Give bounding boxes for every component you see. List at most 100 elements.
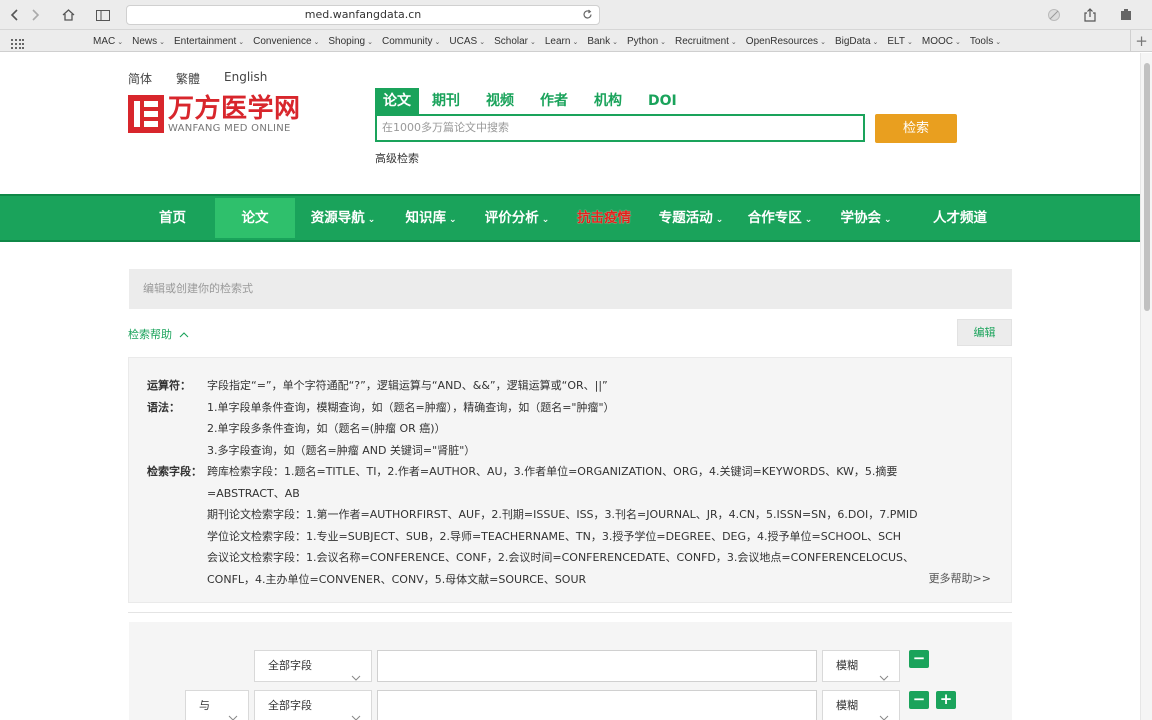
- chevron-down-icon: ⌄: [804, 215, 813, 225]
- tab-journals[interactable]: 期刊: [419, 88, 473, 114]
- fields-label: 检索字段：: [147, 465, 202, 478]
- fields-line: CONFL，4.主办单位=CONVENER、CONV，5.母体文献=SOURCE…: [207, 573, 587, 586]
- nav-item-papers[interactable]: 论文: [215, 198, 295, 238]
- share-icon[interactable]: [1080, 6, 1100, 24]
- search-button[interactable]: 检索: [875, 114, 957, 143]
- web-page: 简体 繁體 English 万方医学网 WANFANG MED ONLINE 论…: [0, 53, 1140, 720]
- add-row-plus-icon[interactable]: +: [936, 691, 956, 709]
- search-term-input[interactable]: [377, 650, 817, 682]
- advanced-search-link[interactable]: 高级检索: [375, 150, 419, 166]
- tab-papers[interactable]: 论文: [375, 88, 419, 114]
- browser-toolbar: med.wanfangdata.cn: [0, 0, 1152, 30]
- search-type-tabs: 论文 期刊 视频 作者 机构 DOI: [375, 88, 690, 114]
- chevron-down-icon: ⌄: [367, 215, 376, 225]
- page-scrollbar[interactable]: [1140, 53, 1152, 720]
- bookmark-item[interactable]: Python ⌄: [627, 36, 666, 47]
- operators-text: 字段指定“=”，单个字符通配“?”，逻辑运算与“AND、&&”，逻辑运算或“OR…: [207, 379, 608, 392]
- field-select[interactable]: 全部字段: [254, 690, 372, 720]
- address-bar[interactable]: med.wanfangdata.cn: [126, 5, 600, 25]
- bookmark-item[interactable]: Shoping ⌄: [328, 36, 373, 47]
- match-select[interactable]: 模糊: [822, 690, 900, 720]
- new-tab-plus-icon[interactable]: +: [1130, 30, 1152, 52]
- chevron-down-icon: [228, 703, 238, 720]
- bookmark-item[interactable]: BigData ⌄: [835, 36, 878, 47]
- syntax-line: 2.单字段多条件查询，如（题名=(肿瘤 OR 癌)）: [207, 422, 446, 435]
- nav-item-cooperation[interactable]: 合作专区 ⌄: [737, 198, 823, 238]
- back-icon[interactable]: [4, 6, 24, 24]
- bookmark-item[interactable]: Entertainment ⌄: [174, 36, 244, 47]
- logo-cn-text: 万方医学网: [168, 94, 301, 124]
- tab-authors[interactable]: 作者: [527, 88, 581, 114]
- forward-icon[interactable]: [26, 6, 46, 24]
- syntax-line: 3.多字段查询，如（题名=肿瘤 AND 关键词="肾脏"）: [207, 444, 476, 457]
- field-select[interactable]: 全部字段: [254, 650, 372, 682]
- bookmark-item[interactable]: Bank ⌄: [587, 36, 618, 47]
- lang-english[interactable]: English: [224, 70, 267, 87]
- operators-label: 运算符：: [147, 379, 191, 392]
- bookmark-list: MAC ⌄ News ⌄ Entertainment ⌄ Convenience ⌄ S…: [93, 30, 1010, 52]
- tab-videos[interactable]: 视频: [473, 88, 527, 114]
- bookmark-item[interactable]: Convenience ⌄: [253, 36, 319, 47]
- fields-line: 跨库检索字段：1.题名=TITLE、TI，2.作者=AUTHOR、AU，3.作者…: [207, 465, 898, 478]
- site-logo[interactable]: 万方医学网 WANFANG MED ONLINE: [128, 95, 301, 135]
- block-icon[interactable]: [1044, 6, 1064, 24]
- url-text: med.wanfangdata.cn: [304, 8, 422, 21]
- lang-simplified[interactable]: 简体: [128, 70, 152, 87]
- main-nav: 首页 论文 资源导航 ⌄ 知识库 ⌄ 评价分析 ⌄ 抗击疫情 专题活动 ⌄ 合作专区 ⌄ …: [0, 194, 1140, 242]
- chevron-down-icon: [879, 703, 889, 720]
- lang-traditional[interactable]: 繁體: [176, 70, 200, 87]
- match-select[interactable]: 模糊: [822, 650, 900, 682]
- sidebar-icon[interactable]: [93, 6, 113, 24]
- nav-item-associations[interactable]: 学协会 ⌄: [823, 198, 909, 238]
- divider: [128, 612, 1012, 613]
- bookmark-item[interactable]: UCAS ⌄: [449, 36, 485, 47]
- nav-item-home[interactable]: 首页: [130, 198, 215, 238]
- search-expression-input[interactable]: 编辑或创建你的检索式: [129, 269, 1012, 309]
- bookmark-item[interactable]: Scholar ⌄: [494, 36, 536, 47]
- fields-line: 会议论文检索字段：1.会议名称=CONFERENCE、CONF，2.会议时间=C…: [207, 551, 915, 564]
- logo-mark-icon: [128, 95, 164, 133]
- scrollbar-thumb[interactable]: [1144, 63, 1150, 311]
- bookmark-item[interactable]: Recruitment ⌄: [675, 36, 737, 47]
- nav-item-talent[interactable]: 人才频道: [909, 198, 1011, 238]
- search-help-panel: 运算符： 字段指定“=”，单个字符通配“?”，逻辑运算与“AND、&&”，逻辑运…: [128, 357, 1012, 603]
- edit-button[interactable]: 编辑: [957, 319, 1012, 346]
- bookmark-item[interactable]: Tools ⌄: [970, 36, 1001, 47]
- bookmarks-bar: MAC ⌄ News ⌄ Entertainment ⌄ Convenience ⌄ S…: [0, 30, 1152, 52]
- bookmark-item[interactable]: Community ⌄: [382, 36, 440, 47]
- chevron-up-icon: [176, 328, 189, 341]
- nav-item-evaluation[interactable]: 评价分析 ⌄: [471, 198, 563, 238]
- bookmark-item[interactable]: OpenResources ⌄: [746, 36, 826, 47]
- search-input[interactable]: 在1000多万篇论文中搜索: [375, 114, 865, 142]
- fields-line: 学位论文检索字段：1.专业=SUBJECT、SUB，2.导师=TEACHERNA…: [207, 530, 902, 543]
- tab-doi[interactable]: DOI: [635, 88, 690, 114]
- logic-select[interactable]: 与: [185, 690, 249, 720]
- logo-en-text: WANFANG MED ONLINE: [168, 123, 291, 134]
- chevron-down-icon: [879, 663, 889, 693]
- syntax-line: 1.单字段单条件查询，模糊查询，如（题名=肿瘤），精确查询，如（题名="肿瘤"）: [207, 401, 615, 414]
- grid-icon[interactable]: [11, 35, 24, 54]
- tab-institutions[interactable]: 机构: [581, 88, 635, 114]
- fields-line: =ABSTRACT、AB: [207, 487, 300, 500]
- language-switcher: 简体 繁體 English: [128, 70, 291, 87]
- reload-icon[interactable]: [582, 8, 593, 26]
- search-term-input[interactable]: [377, 690, 817, 720]
- bookmark-item[interactable]: MOOC ⌄: [922, 36, 961, 47]
- bookmark-item[interactable]: Learn ⌄: [545, 36, 578, 47]
- nav-item-topics[interactable]: 专题活动 ⌄: [645, 198, 737, 238]
- chevron-down-icon: ⌄: [541, 215, 550, 225]
- nav-item-resource-nav[interactable]: 资源导航 ⌄: [295, 198, 391, 238]
- search-help-toggle[interactable]: 检索帮助: [128, 326, 189, 342]
- bookmark-item[interactable]: MAC ⌄: [93, 36, 123, 47]
- remove-row-minus-icon[interactable]: −: [909, 650, 929, 668]
- bookmark-item[interactable]: ELT ⌄: [887, 36, 912, 47]
- extension-icon[interactable]: [1116, 6, 1136, 24]
- syntax-label: 语法：: [147, 401, 180, 414]
- chevron-down-icon: [351, 663, 361, 693]
- nav-item-knowledge-base[interactable]: 知识库 ⌄: [391, 198, 471, 238]
- more-help-link[interactable]: 更多帮助>>: [929, 570, 991, 586]
- bookmark-item[interactable]: News ⌄: [132, 36, 165, 47]
- nav-item-fight-epidemic[interactable]: 抗击疫情: [563, 198, 645, 238]
- remove-row-minus-icon[interactable]: −: [909, 691, 929, 709]
- home-icon[interactable]: [58, 6, 78, 24]
